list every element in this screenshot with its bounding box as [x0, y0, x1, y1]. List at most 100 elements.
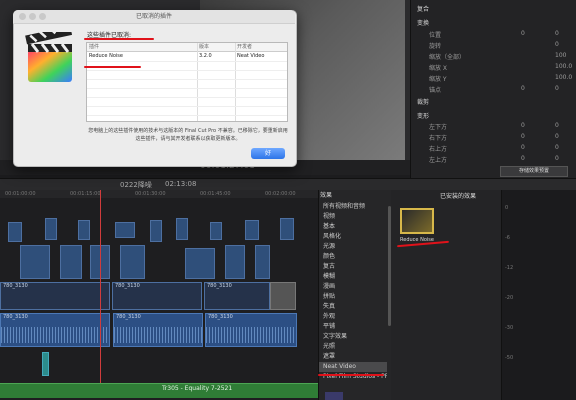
category-item[interactable]: 平铺 [319, 322, 387, 332]
search-icon[interactable] [325, 392, 343, 400]
connected-clip[interactable] [78, 220, 90, 240]
category-item[interactable]: 基本 [319, 222, 387, 232]
category-item[interactable]: 风格化 [319, 232, 387, 242]
audio-waveform[interactable]: 780_3130 [113, 313, 203, 347]
inspector-row[interactable]: 旋转 0 [411, 39, 576, 50]
connected-clip[interactable] [245, 220, 259, 240]
category-item[interactable]: 光照 [319, 342, 387, 352]
row-value-y[interactable]: 0 [555, 122, 559, 129]
row-value-y[interactable]: 0 [555, 133, 559, 140]
category-item[interactable]: 拼贴 [319, 292, 387, 302]
row-value-y[interactable]: 0 [555, 85, 559, 92]
column-header-version[interactable]: 版本 [197, 43, 235, 52]
row-value[interactable]: 100.0 [555, 63, 572, 70]
storyline-clip-gap[interactable] [270, 282, 296, 310]
category-item[interactable]: 失真 [319, 302, 387, 312]
table-cell-version[interactable]: 3.2.0 [197, 52, 235, 61]
meter-label: -50 [505, 355, 514, 361]
inspector-row[interactable]: 缩放 X 100.0 [411, 61, 576, 72]
save-effects-preset-button[interactable]: 存储效果预置 [500, 166, 568, 177]
connected-clip[interactable] [120, 245, 145, 279]
row-value-y[interactable]: 0 [555, 155, 559, 162]
ruler-mark: 00:01:30:00 [135, 191, 166, 197]
category-item[interactable]: 遮罩 [319, 352, 387, 362]
inspector-row[interactable]: 位置 0 0 [411, 28, 576, 39]
column-header-plugin[interactable]: 插件 [87, 43, 197, 52]
inspector-row[interactable]: 缩放 Y 100.0 [411, 72, 576, 83]
category-item[interactable]: 外观 [319, 312, 387, 322]
connected-clip[interactable] [60, 245, 82, 279]
row-value[interactable]: 0 [521, 85, 525, 92]
row-value-y[interactable]: 0 [555, 30, 559, 37]
inspector-row[interactable]: 右上方 0 0 [411, 142, 576, 153]
inspector-row[interactable]: 左下方 0 0 [411, 120, 576, 131]
connected-clip[interactable] [210, 222, 222, 240]
meter-label: 0 [505, 205, 509, 211]
row-value[interactable]: 0 [521, 133, 525, 140]
clip-label: 780_3130 [116, 314, 141, 320]
meter-label: -12 [505, 265, 514, 271]
category-item[interactable]: 颜色 [319, 252, 387, 262]
row-value[interactable]: 0 [521, 122, 525, 129]
music-clip-label: Tr305 - Equality 7-2521 [162, 385, 233, 392]
connected-clip[interactable] [280, 218, 294, 240]
row-value[interactable]: 100 [555, 52, 566, 59]
inspector-section-transform[interactable]: 变换 [417, 18, 429, 27]
music-clip[interactable] [0, 383, 318, 398]
storyline-clip[interactable]: 780_3130 [112, 282, 202, 310]
inspector-section-distort[interactable]: 变形 [417, 111, 429, 120]
connected-clip[interactable] [8, 222, 22, 242]
column-header-developer[interactable]: 开发者 [235, 43, 287, 52]
effects-category-list[interactable]: 所有视频和音频 视频 基本 风格化 光源 颜色 复古 模糊 漫画 拼贴 失真 外… [318, 190, 391, 400]
connected-clip[interactable] [225, 245, 245, 279]
table-cell-plugin[interactable]: Reduce Noise [87, 52, 197, 61]
audio-waveform[interactable]: 780_3130 [205, 313, 297, 347]
inspector-section-crop[interactable]: 裁剪 [417, 97, 429, 106]
plugins-table[interactable]: 插件 版本 开发者 Reduce Noise 3.2.0 Neat Video [86, 42, 288, 122]
table-cell-developer[interactable]: Neat Video [235, 52, 287, 61]
connected-clip[interactable] [115, 222, 135, 238]
connected-clip[interactable] [185, 248, 215, 279]
audio-waveform[interactable]: 780_3130 [0, 313, 110, 347]
connected-clip[interactable] [20, 245, 50, 279]
reduce-noise-thumbnail[interactable] [400, 208, 434, 234]
connected-clip[interactable] [255, 245, 270, 279]
category-item[interactable]: 模糊 [319, 272, 387, 282]
category-item[interactable]: 文字效果 [319, 332, 387, 342]
ruler-mark: 00:02:00:00 [265, 191, 296, 197]
category-item[interactable]: 漫画 [319, 282, 387, 292]
row-divider [87, 79, 287, 80]
project-name[interactable]: 0222降噪 [120, 180, 152, 190]
meter-label: -6 [505, 235, 510, 241]
timeline[interactable]: 00:01:00:00 00:01:15:00 00:01:30:00 00:0… [0, 190, 318, 400]
inspector-row[interactable]: 缩放（全部） 100 [411, 50, 576, 61]
clip-label: 780_3130 [3, 314, 28, 320]
category-item[interactable]: 复古 [319, 262, 387, 272]
row-value[interactable]: 0 [521, 144, 525, 151]
row-value-y[interactable]: 0 [555, 144, 559, 151]
connected-clip[interactable] [176, 218, 188, 240]
inspector-row[interactable]: 右下方 0 0 [411, 131, 576, 142]
ok-button[interactable]: 好 [251, 148, 285, 159]
connected-clip[interactable] [45, 218, 57, 240]
category-item[interactable]: 光源 [319, 242, 387, 252]
storyline-clip[interactable]: 780_3130 [204, 282, 270, 310]
category-item[interactable]: 所有视频和音频 [319, 202, 387, 212]
storyline-clip[interactable]: 780_3130 [0, 282, 110, 310]
category-item-neat-video[interactable]: Neat Video [319, 362, 387, 372]
category-item[interactable]: 视频 [319, 212, 387, 222]
connected-clip[interactable] [150, 220, 162, 242]
row-value[interactable]: 0 [521, 155, 525, 162]
inspector-row[interactable]: 锚点 0 0 [411, 83, 576, 94]
row-label: 锚点 [429, 87, 442, 94]
audio-clip[interactable] [42, 352, 49, 376]
timeline-ruler[interactable]: 00:01:00:00 00:01:15:00 00:01:30:00 00:0… [0, 190, 318, 198]
row-value[interactable]: 100.0 [555, 74, 572, 81]
annotation-underline [318, 374, 384, 376]
row-value[interactable]: 0 [521, 30, 525, 37]
inspector-row[interactable]: 左上方 0 0 [411, 153, 576, 164]
row-label: 旋转 [429, 43, 442, 50]
playhead[interactable] [100, 190, 101, 390]
row-value[interactable]: 0 [555, 41, 559, 48]
row-label: 缩放 Y [429, 76, 447, 83]
